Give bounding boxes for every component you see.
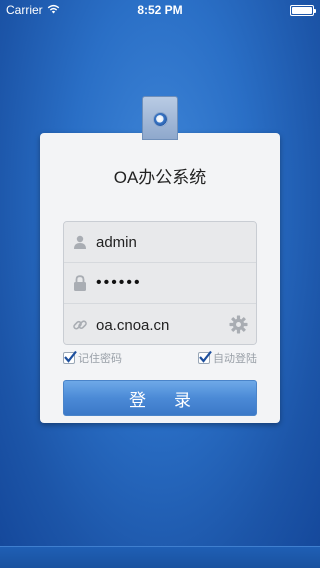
auto-login-checkbox[interactable] — [198, 350, 212, 364]
login-card: OA办公系统 admin •••••• oa.cnoa.cn 记住密码 自动登陆… — [40, 133, 280, 423]
server-value: oa.cnoa.cn — [96, 316, 170, 334]
battery-icon — [290, 4, 316, 16]
username-value: admin — [96, 233, 137, 251]
link-icon — [64, 317, 96, 333]
server-field[interactable]: oa.cnoa.cn — [64, 304, 256, 344]
login-button[interactable]: 登录 — [63, 380, 257, 416]
clip-decoration — [142, 96, 178, 140]
remember-password-label: 记住密码 — [78, 353, 122, 365]
login-options: 记住密码 自动登陆 — [63, 350, 257, 366]
lock-icon — [64, 274, 96, 292]
username-field[interactable]: admin — [64, 222, 256, 263]
clock: 8:52 PM — [137, 3, 183, 17]
bottom-bar — [0, 546, 320, 568]
gear-icon[interactable] — [229, 315, 248, 339]
remember-password-option[interactable]: 记住密码 — [63, 350, 122, 366]
auto-login-label: 自动登陆 — [213, 353, 257, 365]
battery-fill — [292, 6, 312, 14]
user-icon — [64, 234, 96, 250]
login-form: admin •••••• oa.cnoa.cn — [63, 221, 257, 345]
password-field[interactable]: •••••• — [64, 263, 256, 304]
status-bar: Carrier 8:52 PM — [0, 0, 320, 20]
app-title: OA办公系统 — [113, 168, 207, 187]
password-value: •••••• — [96, 274, 142, 291]
auto-login-option[interactable]: 自动登陆 — [198, 350, 257, 366]
clip-hole-icon — [153, 112, 168, 127]
remember-password-checkbox[interactable] — [63, 350, 77, 364]
